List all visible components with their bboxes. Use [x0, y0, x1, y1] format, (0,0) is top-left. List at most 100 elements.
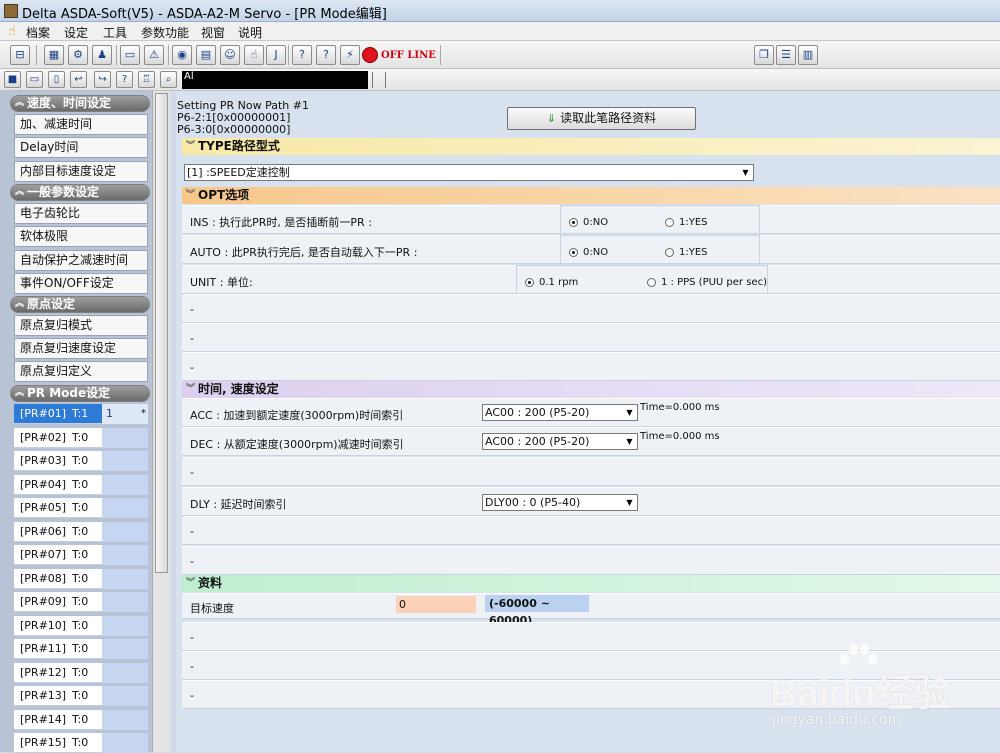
unit-pps-radio[interactable]: 1 : PPS (PUU per sec): [647, 277, 767, 288]
menu-parameters[interactable]: 参数功能: [141, 24, 189, 41]
group-homing[interactable]: ︽ 原点设定: [10, 296, 150, 313]
question-icon[interactable]: ?: [116, 71, 133, 88]
section-type[interactable]: ︾ TYPE路径型式: [182, 138, 1000, 155]
watermark-brand: Baidu经验: [770, 673, 952, 715]
menu-bar: ☝ 档案 设定 工具 参数功能 视窗 说明: [0, 22, 1000, 41]
read-icon[interactable]: ↪: [94, 71, 111, 88]
section-time-speed[interactable]: ︾ 时间, 速度设定: [182, 381, 1000, 398]
pr-list-item[interactable]: [PR#01] T:1 1 *: [14, 404, 148, 424]
group-general-params[interactable]: ︽ 一般参数设定: [10, 184, 150, 201]
write-icon[interactable]: ↩: [70, 71, 87, 88]
hand-tool-icon[interactable]: ☝: [244, 45, 264, 65]
new-icon[interactable]: ▯: [48, 71, 65, 88]
sidebar-item-protect-decel[interactable]: 自动保护之减速时间: [14, 250, 148, 271]
sidebar-item-gear-ratio[interactable]: 电子齿轮比: [14, 203, 148, 224]
user-icon[interactable]: ♟: [92, 45, 112, 65]
auto-radio-group: 0:NO 1:YES: [560, 235, 760, 264]
file-toolbar: ■ ▭ ▯ ↩ ↪ ? ♖ ⌕ Al: [0, 69, 1000, 91]
pr-list-item[interactable]: [PR#11] T:0: [14, 639, 148, 659]
section-opt[interactable]: ︾ OPT选项: [182, 187, 1000, 204]
acc-select[interactable]: AC00 : 200 (P5-20) ▼: [482, 404, 638, 421]
unit-row: UNIT : 单位: 0.1 rpm 1 : PPS (PUU per sec): [182, 265, 1000, 294]
type-select[interactable]: [1] :SPEED定速控制 ▼: [184, 164, 754, 181]
pr-list-item[interactable]: [PR#09] T:0: [14, 592, 148, 612]
offline-indicator[interactable]: OFF LINE: [362, 45, 436, 65]
ins-no-radio[interactable]: 0:NO: [569, 217, 608, 228]
main-toolbar: ⊟ ▦ ⚙ ♟ ▭ ⚠ ◉ ▤ ☺ ☝ J ? ? ⚡ OFF LINE ❐ ☰…: [0, 41, 1000, 69]
ins-yes-radio[interactable]: 1:YES: [665, 217, 708, 228]
menu-settings[interactable]: 设定: [64, 24, 88, 41]
sidebar-item-homing-mode[interactable]: 原点复归模式: [14, 315, 148, 336]
sidebar-item-homing-define[interactable]: 原点复归定义: [14, 361, 148, 382]
sidebar-item-delay[interactable]: Delay时间: [14, 137, 148, 158]
menu-file[interactable]: 档案: [26, 24, 50, 41]
address-box[interactable]: Al: [182, 71, 368, 89]
sidebar-item-homing-speed[interactable]: 原点复归速度设定: [14, 338, 148, 359]
menu-window[interactable]: 视窗: [201, 24, 225, 41]
gauge-icon[interactable]: ◉: [172, 45, 192, 65]
baidu-watermark: Baidu经验 jingyan.baidu.com: [760, 640, 1000, 750]
auto-no-radio[interactable]: 0:NO: [569, 247, 608, 258]
dec-row: DEC : 从额定速度(3000rpm)减速时间索引 AC00 : 200 (P…: [182, 427, 1000, 456]
sidebar-item-soft-limit[interactable]: 软体极限: [14, 226, 148, 247]
pr-list-item[interactable]: [PR#15] T:0: [14, 733, 148, 753]
dec-select[interactable]: AC00 : 200 (P5-20) ▼: [482, 433, 638, 450]
section-data[interactable]: ︾ 资料: [182, 575, 1000, 592]
search-icon[interactable]: ⌕: [160, 71, 177, 88]
about-icon[interactable]: ?: [316, 45, 336, 65]
pr-list-item[interactable]: [PR#13] T:0: [14, 686, 148, 706]
alarm-icon[interactable]: ⚠: [144, 45, 164, 65]
group-speed-time[interactable]: ︽ 速度、时间设定: [10, 95, 150, 112]
pr-list-item[interactable]: [PR#07] T:0: [14, 545, 148, 565]
pr-list-item[interactable]: [PR#14] T:0: [14, 710, 148, 730]
scrollbar-thumb[interactable]: [155, 93, 168, 573]
monitor-icon[interactable]: ▭: [120, 45, 140, 65]
menu-help[interactable]: 说明: [238, 24, 262, 41]
target-speed-range: (-60000 ~ 60000): [485, 595, 589, 627]
save-icon[interactable]: ■: [4, 71, 21, 88]
tile-vertical-icon[interactable]: ▥: [798, 45, 818, 65]
acc-time: Time=0.000 ms: [640, 402, 720, 413]
chevron-down-icon: ▼: [626, 408, 633, 417]
chevron-down-icon: ▼: [626, 498, 633, 507]
people-icon[interactable]: ☺: [220, 45, 240, 65]
tuning-icon[interactable]: ⚙: [68, 45, 88, 65]
unit-radio-group: 0.1 rpm 1 : PPS (PUU per sec): [516, 265, 768, 294]
app-icon: [4, 4, 18, 18]
cascade-icon[interactable]: ❐: [754, 45, 774, 65]
sidebar-item-target-speed[interactable]: 内部目标速度设定: [14, 161, 148, 182]
sidebar-item-accel-decel[interactable]: 加、减速时间: [14, 114, 148, 135]
pr-list-item[interactable]: [PR#08] T:0: [14, 569, 148, 589]
pr-list-item[interactable]: [PR#05] T:0: [14, 498, 148, 518]
pr-list-item[interactable]: [PR#06] T:0: [14, 522, 148, 542]
pr-list-item[interactable]: [PR#02] T:0: [14, 428, 148, 448]
tree-icon[interactable]: ⊟: [10, 45, 30, 65]
opt-empty-row: -: [182, 294, 1000, 323]
auto-yes-radio[interactable]: 1:YES: [665, 247, 708, 258]
scope-icon[interactable]: ▦: [44, 45, 64, 65]
help-icon[interactable]: ?: [292, 45, 312, 65]
title-bar: Delta ASDA-Soft(V5) - ASDA-A2-M Servo - …: [0, 0, 1000, 22]
connect-icon[interactable]: ⚡: [340, 45, 360, 65]
auto-row: AUTO : 此PR执行完后, 是否自动载入下一PR : 0:NO 1:YES: [182, 235, 1000, 264]
sidebar: ︽ 速度、时间设定 加、减速时间 Delay时间 内部目标速度设定 ︽ 一般参数设定…: [0, 91, 170, 753]
sidebar-item-event-onoff[interactable]: 事件ON/OFF设定: [14, 273, 148, 294]
pr-list-item[interactable]: [PR#03] T:0: [14, 451, 148, 471]
dly-select[interactable]: DLY00 : 0 (P5-40) ▼: [482, 494, 638, 511]
group-pr-mode[interactable]: ︽ PR Mode设定: [10, 385, 150, 402]
sidebar-scrollbar[interactable]: [152, 91, 170, 752]
jog-icon[interactable]: J: [266, 45, 286, 65]
pr-list-item[interactable]: [PR#04] T:0: [14, 475, 148, 495]
menu-tools[interactable]: 工具: [103, 24, 127, 41]
pr-list-item[interactable]: [PR#12] T:0: [14, 663, 148, 683]
pr-list-item[interactable]: [PR#10] T:0: [14, 616, 148, 636]
target-speed-row: 目标速度 0 (-60000 ~ 60000): [182, 593, 1000, 627]
unit-rpm-radio[interactable]: 0.1 rpm: [525, 277, 578, 288]
watermark-url: jingyan.baidu.com: [772, 712, 902, 728]
read-path-button[interactable]: ⇓ 读取此笔路径资料: [507, 107, 696, 130]
open-icon[interactable]: ▭: [26, 71, 43, 88]
chart-icon[interactable]: ▤: [196, 45, 216, 65]
target-speed-input[interactable]: 0: [396, 596, 476, 613]
lock-icon[interactable]: ♖: [138, 71, 155, 88]
tile-horizontal-icon[interactable]: ☰: [776, 45, 796, 65]
